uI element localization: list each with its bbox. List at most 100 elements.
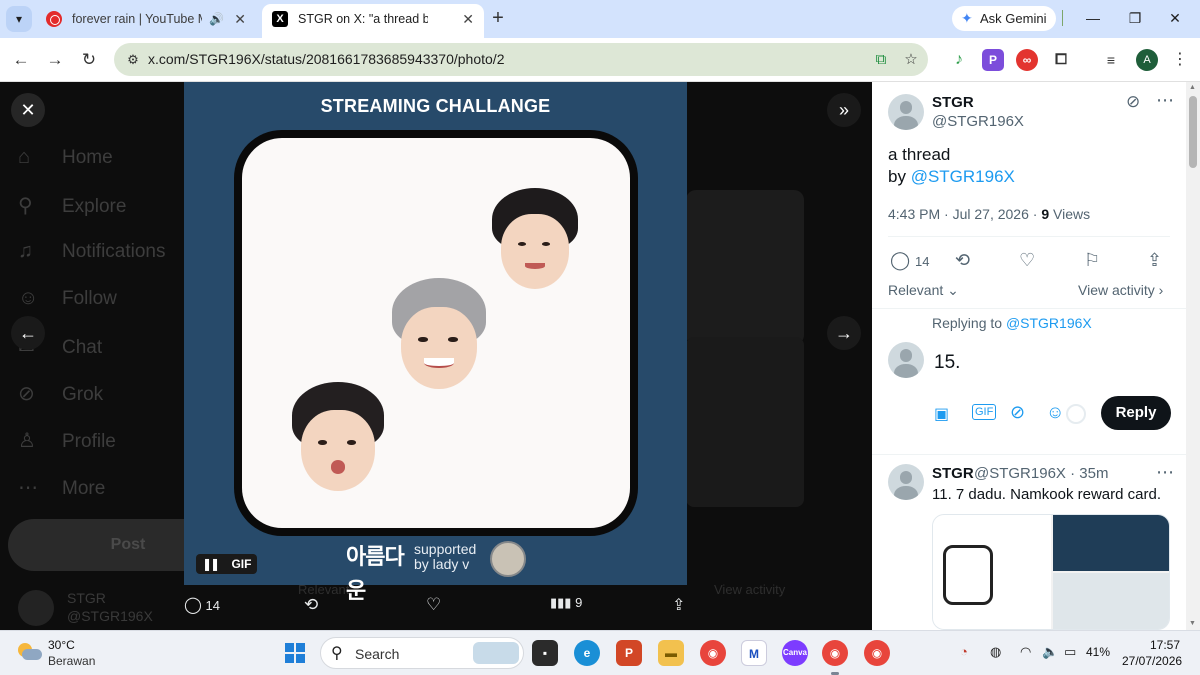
- task-view-icon[interactable]: ▪: [532, 640, 558, 666]
- scroll-down-icon[interactable]: ▼: [1189, 620, 1196, 627]
- purple-extension-icon[interactable]: P: [982, 49, 1004, 71]
- profile-avatar[interactable]: A: [1136, 49, 1158, 71]
- image-icon[interactable]: ▣: [934, 404, 949, 424]
- next-image-icon[interactable]: →: [827, 316, 861, 350]
- thumbnail-left: [933, 515, 1051, 629]
- reply-author-handle[interactable]: @STGR196X · 35m: [974, 465, 1108, 482]
- media-image[interactable]: STREAMING CHALLANGE ❚❚ GIF 아름다운 supporte…: [184, 82, 687, 603]
- edge-icon[interactable]: e: [574, 640, 600, 666]
- more-options-icon[interactable]: ⋯: [1156, 90, 1174, 111]
- share-icon[interactable]: ⇪: [672, 595, 685, 615]
- file-explorer-icon[interactable]: ▬: [658, 640, 684, 666]
- chrome-profile-a-icon[interactable]: ◉: [822, 640, 848, 666]
- reply-composer[interactable]: 15.: [934, 352, 960, 374]
- user-name: STGR: [67, 590, 106, 606]
- panel-scrollbar[interactable]: ▲ ▼: [1186, 82, 1200, 630]
- gif-badge[interactable]: ❚❚ GIF: [196, 554, 258, 574]
- timestamp[interactable]: 4:43 PM · Jul 27, 2026 ·: [888, 206, 1041, 222]
- music-extension-icon[interactable]: ♪: [948, 49, 970, 71]
- divider: [888, 236, 1170, 237]
- volume-icon[interactable]: 🔈: [1042, 644, 1058, 660]
- gif-icon[interactable]: GIF: [972, 404, 997, 420]
- close-window-icon[interactable]: ✕: [1162, 6, 1188, 30]
- clock-time[interactable]: 17:57: [1150, 638, 1180, 652]
- replying-to-link[interactable]: @STGR196X: [1006, 315, 1092, 331]
- person-plus-icon: ☺: [18, 287, 39, 309]
- chrome-icon[interactable]: ◉: [700, 640, 726, 666]
- network-app-icon[interactable]: ◍: [990, 644, 1001, 660]
- close-viewer-icon[interactable]: ✕: [11, 93, 45, 127]
- author-name[interactable]: STGR: [932, 94, 974, 111]
- reload-icon[interactable]: ↻: [76, 47, 102, 73]
- url-text[interactable]: x.com/STGR196X/status/208166178368594337…: [148, 43, 504, 76]
- views-action[interactable]: ▮▮▮ 9: [550, 595, 582, 611]
- reply-button[interactable]: Reply: [1101, 396, 1171, 430]
- battery-icon[interactable]: ▭: [1064, 644, 1076, 660]
- author-handle[interactable]: @STGR196X: [932, 113, 1024, 130]
- battery-percent[interactable]: 41%: [1086, 645, 1110, 659]
- powerpoint-icon[interactable]: P: [616, 640, 642, 666]
- extensions-puzzle-icon[interactable]: ⧠: [1050, 49, 1072, 71]
- reply-author-name[interactable]: STGR: [932, 465, 974, 482]
- home-icon: ⌂: [18, 146, 31, 168]
- media-control-icon[interactable]: ≡: [1100, 49, 1122, 71]
- mention-link[interactable]: @STGR196X: [911, 167, 1015, 186]
- back-icon[interactable]: ←: [8, 47, 34, 73]
- ask-gemini-button[interactable]: ✦ Ask Gemini: [952, 6, 1057, 31]
- scrollbar-thumb[interactable]: [1189, 96, 1197, 168]
- pause-icon[interactable]: ❚❚: [202, 554, 220, 574]
- taskbar-search[interactable]: ⚲ Search: [320, 637, 524, 669]
- repost-icon[interactable]: ⟲: [304, 595, 318, 615]
- clock-date[interactable]: 27/07/2026: [1122, 654, 1182, 668]
- view-activity-link[interactable]: View activity ›: [1078, 282, 1163, 298]
- reply-media-thumbnail[interactable]: [932, 514, 1170, 630]
- tab-search-chevron-icon[interactable]: ▾: [6, 6, 32, 32]
- share-icon[interactable]: ⇪: [1147, 250, 1162, 271]
- reply-icon[interactable]: ◯: [890, 250, 910, 271]
- mouth: [330, 460, 346, 474]
- install-app-icon[interactable]: ⧉: [870, 49, 892, 71]
- like-icon[interactable]: ♡: [1019, 250, 1035, 271]
- new-tab-button[interactable]: +: [486, 6, 510, 30]
- browser-menu-icon[interactable]: ⋮: [1172, 49, 1188, 71]
- sort-relevant-dropdown[interactable]: Relevant ⌄: [888, 282, 959, 299]
- weather-cloud-sun-icon[interactable]: [16, 643, 42, 661]
- like-icon[interactable]: ♡: [426, 595, 441, 615]
- emoji-icon[interactable]: ☺: [1046, 402, 1064, 423]
- grok-icon[interactable]: ⊘: [1126, 92, 1140, 112]
- reply-action[interactable]: ◯ 14: [184, 595, 220, 615]
- tab-x-post[interactable]: X STGR on X: "a thread by @STGR ✕: [262, 4, 484, 38]
- bookmark-star-icon[interactable]: ☆: [900, 49, 922, 71]
- expand-panel-icon[interactable]: »: [827, 93, 861, 127]
- media-viewer-backdrop[interactable]: ⌂Home ⚲Explore ♫Notifications ☺Follow ✉C…: [0, 82, 872, 630]
- red-extension-icon[interactable]: ∞: [1016, 49, 1038, 71]
- nav-label: Home: [62, 147, 113, 168]
- weather-description[interactable]: Berawan: [48, 654, 95, 668]
- minimize-icon[interactable]: —: [1080, 6, 1106, 30]
- bookmark-icon[interactable]: ⚐: [1084, 250, 1100, 271]
- word-icon[interactable]: M: [741, 640, 767, 666]
- grok-compose-icon[interactable]: ⊘: [1010, 402, 1025, 423]
- composer-avatar[interactable]: [888, 342, 924, 378]
- wifi-icon[interactable]: ◠: [1020, 644, 1031, 660]
- address-bar[interactable]: ⚙ x.com/STGR196X/status/2081661783685943…: [114, 43, 928, 76]
- repost-icon[interactable]: ⟲: [955, 250, 970, 271]
- chrome-profile-icon[interactable]: ◉: [864, 640, 890, 666]
- author-avatar[interactable]: [888, 94, 924, 130]
- restore-icon[interactable]: ❐: [1122, 6, 1148, 30]
- search-label: Search: [355, 646, 400, 662]
- windows-start-icon[interactable]: [285, 643, 305, 663]
- speaker-icon[interactable]: 🔊: [209, 4, 224, 34]
- close-tab-icon[interactable]: ✕: [462, 4, 474, 34]
- security-icon[interactable]: ◔: [960, 644, 968, 659]
- reply-author-avatar[interactable]: [888, 464, 924, 500]
- previous-image-icon[interactable]: ←: [11, 316, 45, 350]
- weather-temperature[interactable]: 30°C: [48, 638, 75, 652]
- close-tab-icon[interactable]: ✕: [234, 4, 246, 34]
- canva-icon[interactable]: Canva: [782, 640, 808, 666]
- scroll-up-icon[interactable]: ▲: [1189, 84, 1196, 91]
- forward-icon[interactable]: →: [42, 47, 68, 73]
- more-options-icon[interactable]: ⋯: [1156, 462, 1174, 483]
- site-info-icon[interactable]: ⚙: [124, 51, 142, 69]
- tab-youtube-music[interactable]: forever rain | YouTube Musi 🔊 ✕: [36, 4, 256, 38]
